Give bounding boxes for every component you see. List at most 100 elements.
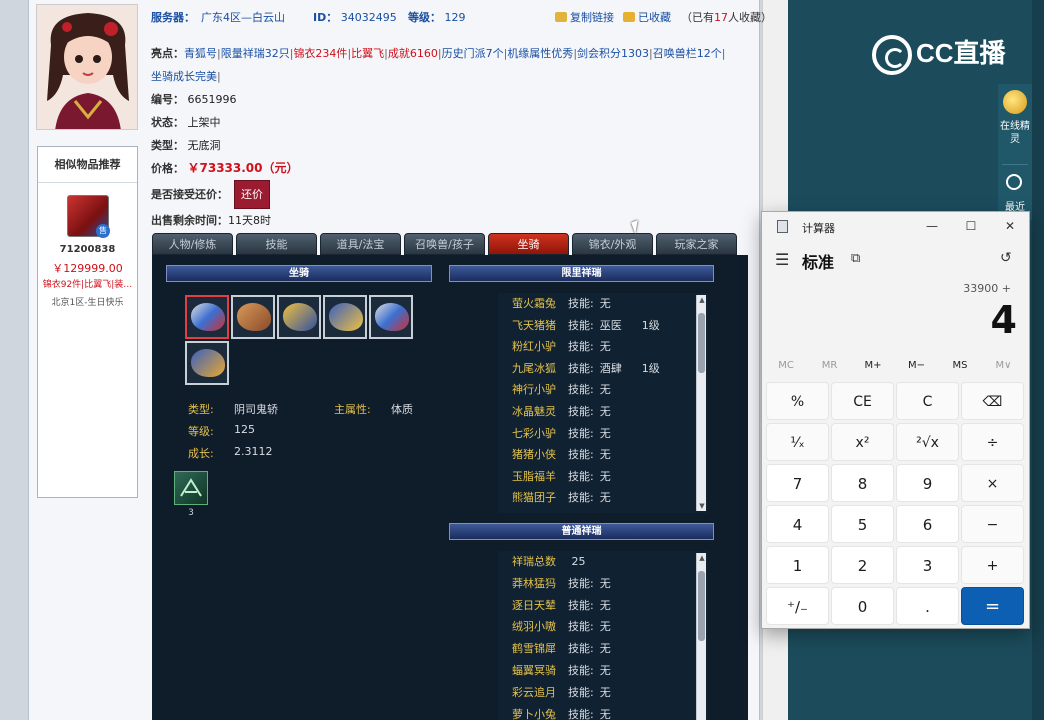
reciprocal-button[interactable]: ¹⁄ₓ [766, 423, 829, 461]
negate-button[interactable]: ⁺∕₋ [766, 587, 829, 625]
digit-4-button[interactable]: 4 [766, 505, 829, 543]
normal-list[interactable]: 祥瑞总数 25 ▲ 莽林猛犸 技能: 无逐日天辇 技能: 无绒羽小嗷 技能: 无鹤雪锦犀 技能… [498, 551, 708, 720]
pet-name: 粉红小驴 [512, 340, 556, 354]
mount-slot[interactable] [185, 295, 229, 339]
spirit-icon[interactable] [1003, 90, 1027, 114]
status-line: 状态： 上架中 [151, 111, 757, 134]
digit-2-button[interactable]: 2 [831, 546, 894, 584]
calculator-app-icon [777, 220, 788, 233]
cc-logo-icon [872, 35, 912, 76]
equals-button[interactable]: = [961, 587, 1024, 625]
bargain-button[interactable]: 还价 [234, 180, 270, 209]
mount-slot[interactable] [185, 341, 229, 385]
listing-details: 亮点：青狐号|限量祥瑞32只|锦衣234件|比翼飞|成就6160|历史门派7个|… [151, 42, 757, 232]
memory-button[interactable]: M∨ [984, 360, 1024, 371]
limited-list[interactable]: ▲ ▼ 萤火霜兔 技能: 无飞天猪猪 技能: 巫医 1级 粉红小驴 技能: 无九尾冰狐 技能: 酒肆… [498, 293, 708, 513]
mount-slot[interactable] [231, 295, 275, 339]
mount-slot[interactable] [323, 295, 367, 339]
pet-skill-value: 无 [599, 576, 611, 590]
scroll-up-icon[interactable]: ▲ [697, 553, 707, 563]
tab-outfits[interactable]: 锦衣/外观 [572, 233, 653, 255]
copy-link-button[interactable]: 复制链接 [555, 9, 614, 25]
tab-character[interactable]: 人物/修炼 [152, 233, 233, 255]
memory-button[interactable]: M+ [853, 360, 893, 371]
sqrt-button[interactable]: ²√x [896, 423, 959, 461]
server-label: 服务器： [151, 11, 195, 24]
maximize-button[interactable]: ☐ [959, 216, 983, 236]
digit-1-button[interactable]: 1 [766, 546, 829, 584]
pet-skill-label: 技能: [568, 707, 594, 720]
memory-button[interactable]: MC [766, 360, 806, 371]
type-label: 类型： [151, 139, 184, 152]
pet-skill-label: 技能: [568, 664, 594, 677]
minimize-button[interactable]: — [920, 216, 944, 236]
normal-pet-row: 鹤雪锦犀 技能: 无 [512, 638, 642, 660]
favorite-button[interactable]: 已收藏 [623, 9, 671, 25]
tab-summons[interactable]: 召唤兽/孩子 [404, 233, 485, 255]
memory-button[interactable]: M− [897, 360, 937, 371]
subtract-button[interactable]: − [961, 505, 1024, 543]
close-button[interactable]: ✕ [998, 216, 1022, 236]
similar-item-id[interactable]: 71200838 [38, 244, 137, 255]
add-button[interactable]: + [961, 546, 1024, 584]
pet-name: 猪猪小侠 [512, 448, 556, 462]
pet-skill-label: 技能: [568, 598, 594, 612]
scroll-down-icon[interactable]: ▼ [697, 501, 707, 511]
history-icon[interactable]: ↺ [1000, 250, 1012, 266]
online-spirit-label[interactable]: 在线精灵 [998, 120, 1032, 146]
copy-link-label: 复制链接 [570, 11, 614, 24]
pet-name: 莽林猛犸 [512, 576, 556, 590]
digit-3-button[interactable]: 3 [896, 546, 959, 584]
pet-name: 冰晶魅灵 [512, 405, 556, 418]
time-line: 出售剩余时间：11天8时 [151, 209, 757, 232]
keep-on-top-icon[interactable]: ⧉ [851, 251, 860, 266]
clear-button[interactable]: C [896, 382, 959, 420]
similar-item-tags: 锦衣92件|比翼飞|装… [42, 280, 133, 290]
multiply-button[interactable]: × [961, 464, 1024, 502]
mount-slot[interactable] [277, 295, 321, 339]
pet-skill-value: 无 [599, 707, 611, 720]
pet-skill-value: 无 [599, 340, 611, 354]
memory-button[interactable]: MS [940, 360, 980, 371]
digit-6-button[interactable]: 6 [896, 505, 959, 543]
tab-items[interactable]: 道具/法宝 [320, 233, 401, 255]
tab-skills[interactable]: 技能 [236, 233, 317, 255]
sale-badge: 售 [96, 224, 110, 238]
memory-button[interactable]: MR [810, 360, 850, 371]
number-label: 编号： [151, 93, 184, 106]
backspace-button[interactable]: ⌫ [961, 382, 1024, 420]
digit-8-button[interactable]: 8 [831, 464, 894, 502]
clear-entry-button[interactable]: CE [831, 382, 894, 420]
number-value: 6651996 [187, 93, 237, 106]
tab-mount[interactable]: 坐骑 [488, 233, 569, 255]
similar-item-icon[interactable]: 售 [67, 195, 110, 238]
decimal-button[interactable]: . [896, 587, 959, 625]
price-value: ￥73333.00（元） [187, 161, 299, 175]
cc-logo: CC直播 [872, 30, 1006, 76]
clock-icon[interactable] [1006, 174, 1022, 190]
percent-button[interactable]: % [766, 382, 829, 420]
tab-home[interactable]: 玩家之家 [656, 233, 737, 255]
highlight-tag: 机缘属性优秀 [507, 47, 574, 60]
mount-main-attr-value: 体质 [391, 403, 413, 416]
limited-list-scrollbar[interactable]: ▲ ▼ [696, 295, 706, 511]
folder-icon [623, 12, 635, 22]
digit-5-button[interactable]: 5 [831, 505, 894, 543]
digit-9-button[interactable]: 9 [896, 464, 959, 502]
pet-name: 蝠翼冥骑 [512, 664, 556, 677]
pet-skill-value: 无 [599, 405, 611, 418]
mount-skill-count: 3 [188, 508, 194, 518]
number-line: 编号： 6651996 [151, 88, 757, 111]
normal-list-scrollbar[interactable]: ▲ [696, 553, 706, 720]
pet-skill-label: 技能: [568, 469, 594, 483]
divide-button[interactable]: ÷ [961, 423, 1024, 461]
square-button[interactable]: x² [831, 423, 894, 461]
pet-skill-label: 技能: [568, 297, 594, 310]
scroll-up-icon[interactable]: ▲ [697, 295, 707, 305]
cc-scrollbar[interactable] [1032, 0, 1044, 720]
mount-slot[interactable] [369, 295, 413, 339]
digit-7-button[interactable]: 7 [766, 464, 829, 502]
hamburger-menu-icon[interactable]: ☰ [775, 250, 789, 269]
mount-skill-icon[interactable] [174, 471, 208, 505]
digit-0-button[interactable]: 0 [831, 587, 894, 625]
